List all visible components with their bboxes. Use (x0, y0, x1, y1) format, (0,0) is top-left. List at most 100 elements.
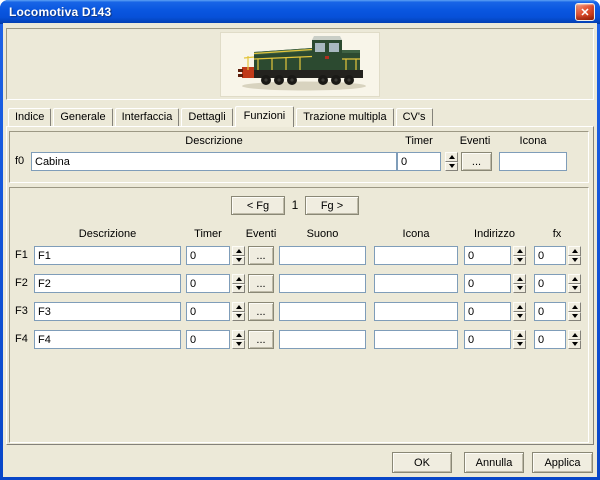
indirizzo-input[interactable] (464, 302, 511, 321)
applica-button[interactable]: Applica (532, 452, 593, 473)
descrizione-input[interactable] (34, 246, 181, 265)
spin-up-button[interactable] (513, 330, 526, 340)
eventi-button[interactable]: ... (248, 274, 274, 293)
arrow-down-icon (572, 286, 578, 290)
fg-next-button[interactable]: Fg > (305, 196, 359, 215)
f0-timer-input[interactable] (397, 152, 441, 171)
spin-down-button[interactable] (513, 340, 526, 350)
spin-down-button[interactable] (568, 256, 581, 266)
arrow-down-icon (517, 342, 523, 346)
arrow-up-icon (572, 333, 578, 337)
tab-generale[interactable]: Generale (53, 108, 112, 126)
row-label: F1 (15, 249, 33, 262)
fx-spinner[interactable] (568, 302, 581, 321)
tab-funzioni[interactable]: Funzioni (235, 106, 295, 127)
timer-input[interactable] (186, 246, 230, 265)
indirizzo-input[interactable] (464, 330, 511, 349)
eventi-button[interactable]: ... (248, 246, 274, 265)
spin-up-button[interactable] (445, 152, 458, 162)
eventi-button[interactable]: ... (248, 330, 274, 349)
f0-icona-input[interactable] (499, 152, 567, 171)
spin-down-button[interactable] (568, 340, 581, 350)
timer-input[interactable] (186, 302, 230, 321)
icona-input[interactable] (374, 246, 458, 265)
arrow-down-icon (236, 342, 242, 346)
indirizzo-spinner[interactable] (513, 246, 526, 265)
timer-input[interactable] (186, 274, 230, 293)
fx-spinner[interactable] (568, 330, 581, 349)
spin-down-button[interactable] (232, 340, 245, 350)
f0-eventi-header: Eventi (455, 135, 495, 148)
descrizione-input[interactable] (34, 274, 181, 293)
fx-spinner[interactable] (568, 246, 581, 265)
spin-down-button[interactable] (513, 312, 526, 322)
descrizione-input[interactable] (34, 330, 181, 349)
arrow-down-icon (236, 314, 242, 318)
ok-button[interactable]: OK (392, 452, 452, 473)
spin-up-button[interactable] (568, 302, 581, 312)
image-panel (6, 28, 594, 100)
icona-input[interactable] (374, 330, 458, 349)
fx-input[interactable] (534, 330, 566, 349)
f0-timer-spinner[interactable] (445, 152, 458, 171)
window-title: Locomotiva D143 (0, 5, 111, 19)
spin-up-button[interactable] (568, 274, 581, 284)
f0-eventi-button[interactable]: ... (461, 152, 492, 171)
spin-down-button[interactable] (568, 284, 581, 294)
suono-input[interactable] (279, 246, 366, 265)
spin-up-button[interactable] (513, 302, 526, 312)
timer-spinner[interactable] (232, 246, 245, 265)
indirizzo-input[interactable] (464, 246, 511, 265)
fx-input[interactable] (534, 246, 566, 265)
spin-up-button[interactable] (513, 274, 526, 284)
spin-up-button[interactable] (232, 330, 245, 340)
fx-input[interactable] (534, 302, 566, 321)
arrow-down-icon (517, 286, 523, 290)
suono-input[interactable] (279, 302, 366, 321)
row-label: F4 (15, 333, 33, 346)
timer-spinner[interactable] (232, 274, 245, 293)
spin-up-button[interactable] (568, 330, 581, 340)
spin-down-button[interactable] (568, 312, 581, 322)
spin-up-button[interactable] (232, 302, 245, 312)
tab-dettagli[interactable]: Dettagli (181, 108, 232, 126)
spin-up-button[interactable] (232, 246, 245, 256)
timer-input[interactable] (186, 330, 230, 349)
eventi-button[interactable]: ... (248, 302, 274, 321)
indirizzo-spinner[interactable] (513, 274, 526, 293)
indirizzo-input[interactable] (464, 274, 511, 293)
indirizzo-spinner[interactable] (513, 330, 526, 349)
titlebar: Locomotiva D143 ✕ (0, 0, 600, 24)
arrow-down-icon (517, 314, 523, 318)
tab-cvs[interactable]: CV's (396, 108, 433, 126)
f0-icona-header: Icona (499, 135, 567, 148)
spin-up-button[interactable] (513, 246, 526, 256)
timer-spinner[interactable] (232, 302, 245, 321)
annulla-button[interactable]: Annulla (464, 452, 524, 473)
spin-down-button[interactable] (445, 162, 458, 172)
arrow-up-icon (236, 305, 242, 309)
spin-up-button[interactable] (232, 274, 245, 284)
close-button[interactable]: ✕ (575, 3, 595, 21)
spin-down-button[interactable] (232, 284, 245, 294)
arrow-up-icon (517, 305, 523, 309)
indirizzo-spinner[interactable] (513, 302, 526, 321)
fg-prev-button[interactable]: < Fg (231, 196, 285, 215)
spin-down-button[interactable] (513, 256, 526, 266)
timer-spinner[interactable] (232, 330, 245, 349)
spin-up-button[interactable] (568, 246, 581, 256)
suono-input[interactable] (279, 274, 366, 293)
descrizione-input[interactable] (34, 302, 181, 321)
icona-input[interactable] (374, 302, 458, 321)
spin-down-button[interactable] (232, 312, 245, 322)
fx-input[interactable] (534, 274, 566, 293)
suono-input[interactable] (279, 330, 366, 349)
icona-input[interactable] (374, 274, 458, 293)
tab-indice[interactable]: Indice (8, 108, 51, 126)
spin-down-button[interactable] (513, 284, 526, 294)
tab-interfaccia[interactable]: Interfaccia (115, 108, 180, 126)
spin-down-button[interactable] (232, 256, 245, 266)
fx-spinner[interactable] (568, 274, 581, 293)
f0-descrizione-input[interactable] (31, 152, 397, 171)
tab-trazione-multipla[interactable]: Trazione multipla (296, 108, 393, 126)
